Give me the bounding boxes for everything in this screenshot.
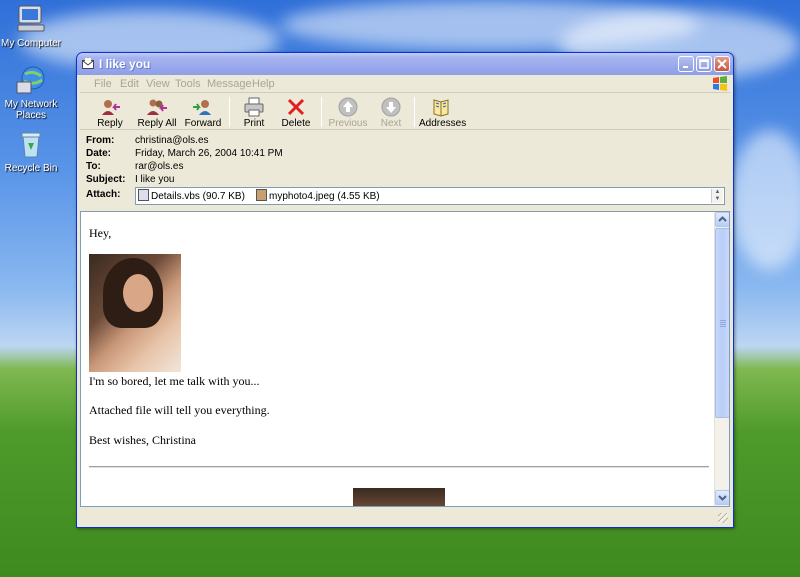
attachment-details-vbs[interactable]: Details.vbs (90.7 KB) <box>138 189 245 203</box>
minimize-icon <box>683 66 688 68</box>
thumb-grip <box>720 320 726 321</box>
menu-edit[interactable]: Edit <box>120 78 139 90</box>
title-bar[interactable]: I like you <box>77 53 733 75</box>
reply-label: Reply <box>97 118 123 129</box>
desktop-icon-label: My Computer <box>0 38 61 49</box>
addresses-label: Addresses <box>419 118 467 129</box>
date-value: Friday, March 26, 2004 10:41 PM <box>135 148 283 159</box>
body-greeting: Hey, <box>89 226 112 240</box>
desktop-icon-label: Recycle Bin <box>4 163 58 174</box>
to-label: To: <box>86 161 101 172</box>
thumb-grip <box>720 322 726 323</box>
my-computer-icon <box>15 3 47 35</box>
desktop-icon-label: My Network Places <box>4 99 58 121</box>
forward-label: Forward <box>184 118 222 129</box>
chevron-down-icon <box>718 495 727 501</box>
desktop-icon-my-network-places[interactable]: My Network Places <box>0 64 63 121</box>
menu-file[interactable]: File <box>94 78 112 90</box>
menu-tools[interactable]: Tools <box>175 78 201 90</box>
down-arrow-icon <box>381 97 401 117</box>
print-button[interactable]: Print <box>234 95 274 129</box>
cloud <box>730 130 800 270</box>
close-button[interactable] <box>714 56 730 72</box>
delete-button[interactable]: Delete <box>276 95 316 129</box>
window-title: I like you <box>99 57 151 71</box>
menu-bar: File Edit View Tools Message Help <box>80 75 730 93</box>
network-places-icon <box>15 64 47 96</box>
attach-label: Attach: <box>86 189 121 200</box>
embedded-photo <box>89 254 181 372</box>
delete-label: Delete <box>281 118 311 129</box>
minimize-button[interactable] <box>678 56 694 72</box>
attachment-name: Details.vbs (90.7 KB) <box>151 191 245 202</box>
reply-button[interactable]: Reply <box>88 95 132 129</box>
windows-logo-icon <box>711 75 729 93</box>
delete-x-icon <box>286 97 306 117</box>
photo-face <box>123 274 153 312</box>
chevron-up-icon <box>718 216 727 222</box>
reply-all-label: Reply All <box>137 118 177 129</box>
scroll-thumb[interactable] <box>715 228 729 418</box>
next-button[interactable]: Next <box>372 95 410 129</box>
embedded-photo-2 <box>353 488 445 506</box>
previous-label: Previous <box>328 118 368 129</box>
from-value: christina@ols.es <box>135 135 209 146</box>
thumb-grip <box>720 324 726 325</box>
subject-label: Subject: <box>86 174 126 185</box>
toolbar-separator <box>414 97 415 127</box>
date-label: Date: <box>86 148 112 159</box>
envelope-icon <box>82 58 94 69</box>
maximize-button[interactable] <box>696 56 712 72</box>
previous-button[interactable]: Previous <box>326 95 370 129</box>
attachment-name: myphoto4.jpeg (4.55 KB) <box>269 191 380 202</box>
scroll-up-button[interactable] <box>715 212 729 227</box>
menu-help[interactable]: Help <box>252 78 275 90</box>
toolbar-separator <box>229 97 230 127</box>
horizontal-rule <box>89 466 709 468</box>
reply-all-icon <box>147 97 167 117</box>
body-line-1: I'm so bored, let me talk with you... <box>89 374 260 388</box>
status-bar <box>80 509 730 525</box>
print-label: Print <box>243 118 265 129</box>
attachments-box: Details.vbs (90.7 KB) myphoto4.jpeg (4.5… <box>135 187 725 205</box>
close-icon <box>717 59 727 69</box>
vertical-scrollbar[interactable] <box>714 212 729 506</box>
menu-view[interactable]: View <box>146 78 170 90</box>
from-label: From: <box>86 135 115 146</box>
image-file-icon <box>256 189 267 201</box>
reply-all-button[interactable]: Reply All <box>132 95 182 129</box>
menu-message[interactable]: Message <box>207 78 252 90</box>
desktop-icon-my-computer[interactable]: My Computer <box>0 3 63 49</box>
recycle-bin-icon <box>15 128 47 160</box>
up-arrow-icon <box>338 97 358 117</box>
forward-button[interactable]: Forward <box>182 95 224 129</box>
thumb-grip <box>720 326 726 327</box>
script-file-icon <box>138 189 149 201</box>
resize-grip[interactable] <box>718 513 728 523</box>
body-line-2: Attached file will tell you everything. <box>89 403 270 417</box>
reply-icon <box>100 97 120 117</box>
address-book-icon <box>431 97 451 117</box>
scroll-down-button[interactable] <box>715 490 729 505</box>
attachments-scroll[interactable]: ▲ ▼ <box>711 189 723 203</box>
forward-icon <box>193 97 213 117</box>
body-signoff: Best wishes, Christina <box>89 433 196 447</box>
toolbar: Reply Reply All Forward Print Delete Pre… <box>80 94 730 130</box>
addresses-button[interactable]: Addresses <box>419 95 467 129</box>
to-value: rar@ols.es <box>135 161 184 172</box>
toolbar-separator <box>321 97 322 127</box>
desktop-icon-recycle-bin[interactable]: Recycle Bin <box>0 128 63 174</box>
maximize-icon <box>699 59 709 69</box>
message-window: I like you File Edit View Tools Message … <box>76 52 734 528</box>
printer-icon <box>244 97 264 117</box>
next-label: Next <box>380 118 402 129</box>
message-body[interactable]: Hey, I'm so bored, let me talk with you.… <box>80 211 730 507</box>
attachment-myphoto4-jpeg[interactable]: myphoto4.jpeg (4.55 KB) <box>256 189 380 203</box>
subject-value: I like you <box>135 174 175 185</box>
message-headers: From: christina@ols.es Date: Friday, Mar… <box>80 131 730 211</box>
